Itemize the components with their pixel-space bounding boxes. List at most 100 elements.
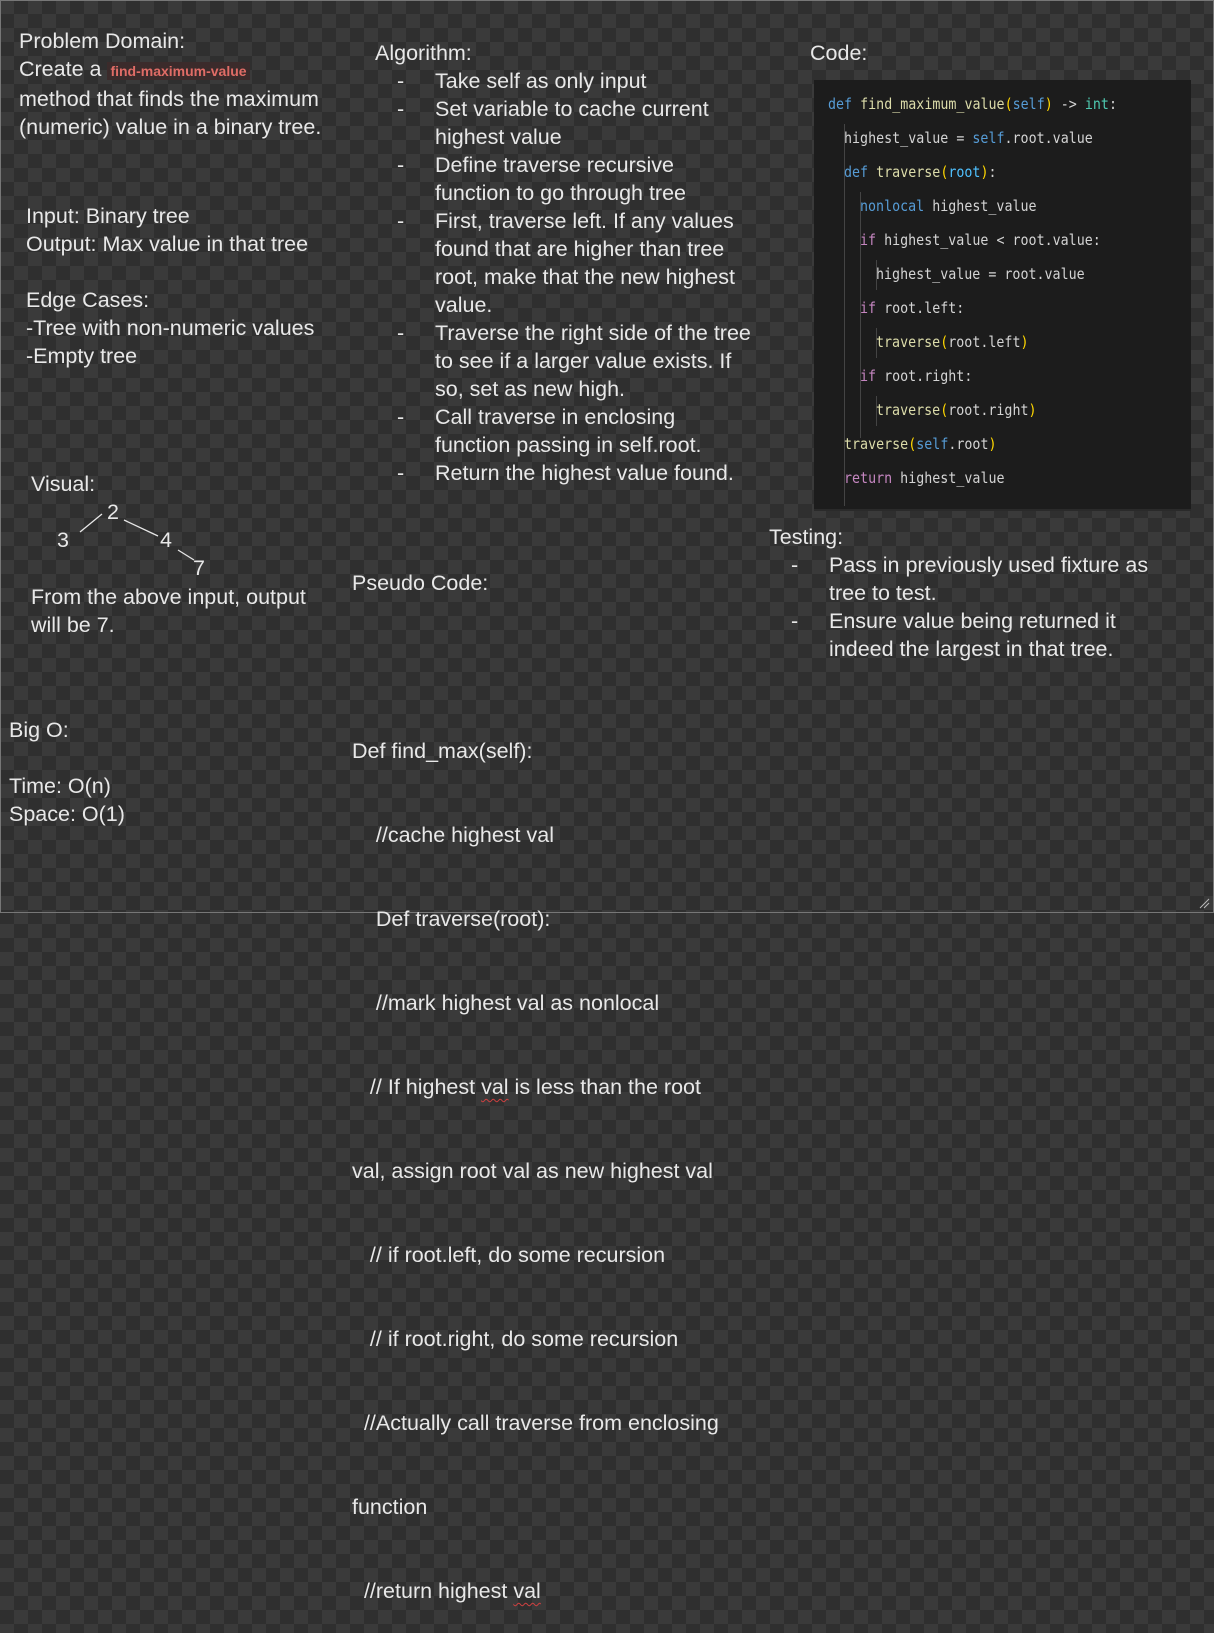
code-token: ( bbox=[940, 401, 949, 419]
code-token: root.left bbox=[948, 333, 1021, 351]
code-token: traverse bbox=[876, 163, 941, 181]
visual-caption-line-1: From the above input, output bbox=[31, 585, 306, 609]
algorithm-step-text: function passing in self.root. bbox=[435, 433, 702, 457]
dash-bullet: - bbox=[397, 97, 405, 121]
testing-step-text: indeed the largest in that tree. bbox=[829, 637, 1114, 661]
tree-node-left: 3 bbox=[57, 528, 69, 552]
pseudo-line: Def traverse(root): bbox=[352, 907, 551, 931]
code-token: ) bbox=[980, 163, 989, 181]
resize-handle-icon[interactable] bbox=[1198, 897, 1210, 909]
algorithm-step: - First, traverse left. If any values foun… bbox=[375, 207, 751, 319]
problem-line-1-text: Create a bbox=[19, 57, 108, 81]
code-line: highest_value = self.root.value bbox=[844, 129, 1093, 147]
io-block: Input: Binary tree Output: Max value in … bbox=[26, 202, 308, 258]
tree-node-right-right: 7 bbox=[193, 556, 205, 580]
output-text: Output: Max value in that tree bbox=[26, 232, 309, 256]
code-token: self bbox=[972, 129, 1005, 147]
dash-bullet: - bbox=[397, 461, 405, 485]
method-name-code: find-maximum-value bbox=[107, 62, 250, 80]
algorithm-step-text: Set variable to cache current bbox=[435, 97, 709, 121]
time-complexity: Time: O(n) bbox=[9, 774, 111, 798]
code-token: if bbox=[860, 231, 877, 249]
testing-step-text: Ensure value being returned it bbox=[829, 609, 1116, 633]
algorithm-step-text: Return the highest value found. bbox=[435, 461, 734, 485]
pseudo-line-text: //return highest bbox=[352, 1579, 514, 1603]
algorithm-step-text: so, set as new high. bbox=[435, 377, 626, 401]
algorithm-heading: Algorithm: bbox=[375, 41, 472, 65]
code-token: int bbox=[1084, 95, 1109, 113]
tree-node-right: 4 bbox=[160, 528, 172, 552]
code-token: root.left: bbox=[876, 299, 965, 317]
algorithm-step-text: value. bbox=[435, 293, 493, 317]
code-line: def traverse(root): bbox=[844, 163, 997, 181]
pseudo-line: // if root.right, do some recursion bbox=[352, 1327, 679, 1351]
pseudo-line-text: is less than the root bbox=[508, 1075, 701, 1099]
algorithm-step: - Traverse the right side of the tree to s… bbox=[375, 319, 751, 403]
algorithm-step-text: Take self as only input bbox=[435, 69, 647, 93]
pseudo-code-heading: Pseudo Code: bbox=[352, 571, 489, 595]
problem-line-3: (numeric) value in a binary tree. bbox=[19, 115, 322, 139]
problem-line-2: method that finds the maximum bbox=[19, 87, 319, 111]
algorithm-step-text: Define traverse recursive bbox=[435, 153, 674, 177]
code-token: : bbox=[988, 163, 997, 181]
pseudo-line: Def find_max(self): bbox=[352, 739, 533, 763]
problem-domain-block: Problem Domain: Create a find-maximum-va… bbox=[19, 27, 321, 141]
code-token: ) bbox=[1020, 333, 1029, 351]
code-token: traverse bbox=[876, 401, 941, 419]
code-line: if highest_value < root.value: bbox=[860, 231, 1101, 249]
dash-bullet: - bbox=[397, 69, 405, 93]
code-token: ( bbox=[908, 435, 917, 453]
code-token: root.right bbox=[948, 401, 1029, 419]
algorithm-step-text: found that are higher than tree bbox=[435, 237, 725, 261]
algorithm-step-text: Traverse the right side of the tree bbox=[435, 321, 751, 345]
code-token: ( bbox=[940, 333, 949, 351]
code-token: def bbox=[828, 95, 853, 113]
code-token: : bbox=[1108, 95, 1117, 113]
edge-root-right bbox=[123, 519, 159, 537]
dash-bullet: - bbox=[397, 405, 405, 429]
algorithm-step: - Set variable to cache current highest va… bbox=[375, 95, 751, 151]
testing-list: - Pass in previously used fixture as tree … bbox=[769, 551, 1148, 663]
tree-node-root: 2 bbox=[107, 500, 119, 524]
algorithm-step-text: to see if a larger value exists. If bbox=[435, 349, 732, 373]
edge-cases-block: Edge Cases: -Tree with non-numeric value… bbox=[26, 286, 314, 370]
algorithm-list: - Take self as only input - Set variable t… bbox=[375, 67, 751, 487]
algorithm-step-text: function to go through tree bbox=[435, 181, 687, 205]
code-token: .root.value bbox=[1004, 129, 1093, 147]
dash-bullet: - bbox=[397, 209, 405, 233]
pseudo-line-text: // If highest bbox=[352, 1075, 482, 1099]
code-token: self bbox=[916, 435, 949, 453]
code-line: highest_value = root.value bbox=[876, 265, 1085, 283]
code-line: nonlocal highest_value bbox=[860, 197, 1037, 215]
algorithm-step: - Call traverse in enclosing function pass… bbox=[375, 403, 751, 459]
algorithm-step-text: root, make that the new highest bbox=[435, 265, 735, 289]
problem-domain-heading: Problem Domain: bbox=[19, 29, 186, 53]
code-token: root.right: bbox=[876, 367, 973, 385]
code-token: highest_value < root.value: bbox=[876, 231, 1101, 249]
code-line: if root.left: bbox=[860, 299, 964, 317]
code-token: if bbox=[860, 299, 877, 317]
code-token: ) bbox=[1028, 401, 1037, 419]
edge-right-child bbox=[177, 549, 195, 561]
algorithm-step-text: First, traverse left. If any values bbox=[435, 209, 734, 233]
edge-root-left bbox=[79, 513, 103, 533]
pseudo-line: val, assign root val as new highest val bbox=[352, 1159, 713, 1183]
code-token: highest_value = bbox=[844, 129, 973, 147]
testing-heading: Testing: bbox=[769, 525, 844, 549]
code-token: highest_value bbox=[892, 469, 1005, 487]
code-token: root bbox=[948, 163, 981, 181]
code-line: def find_maximum_value(self) -> int: bbox=[828, 95, 1117, 113]
space-complexity: Space: O(1) bbox=[9, 802, 125, 826]
pseudo-code-block: Pseudo Code: Def find_max(self): //cache… bbox=[352, 513, 719, 1633]
edge-case-item: -Empty tree bbox=[26, 344, 138, 368]
code-line: traverse(root.right) bbox=[876, 401, 1037, 419]
dash-bullet: - bbox=[791, 609, 799, 633]
code-line: return highest_value bbox=[844, 469, 1005, 487]
testing-block: Testing: - Pass in previously used fixtur… bbox=[769, 523, 1148, 663]
code-token: self bbox=[1012, 95, 1045, 113]
code-token: traverse bbox=[876, 333, 941, 351]
pseudo-line: function bbox=[352, 1495, 428, 1519]
pseudo-line: // If highest val is less than the root bbox=[352, 1073, 719, 1101]
code-token: return bbox=[844, 469, 893, 487]
pseudo-line: //mark highest val as nonlocal bbox=[352, 991, 660, 1015]
